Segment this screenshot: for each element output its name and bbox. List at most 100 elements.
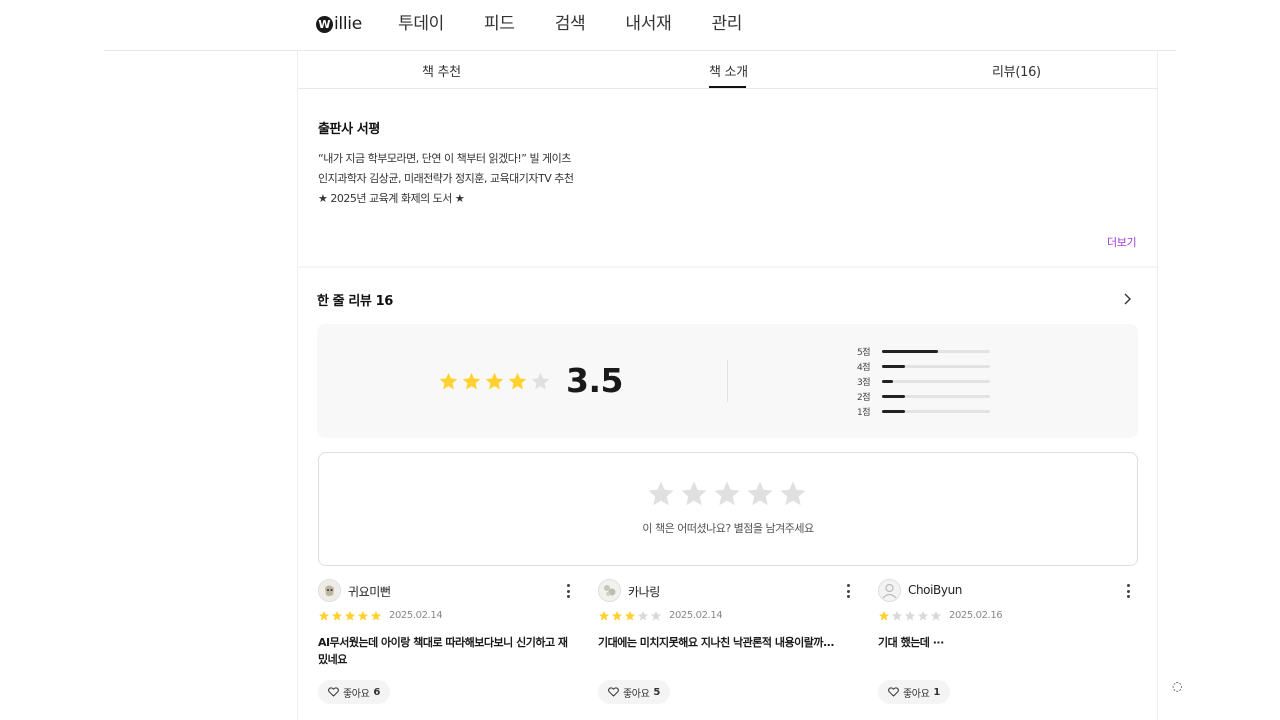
active-tab-indicator — [709, 86, 746, 88]
main-nav: 투데이 피드 검색 내서재 관리 — [398, 12, 742, 36]
distribution-track — [882, 350, 990, 353]
logo-mark: W — [316, 15, 333, 33]
review-stars — [598, 610, 662, 622]
avatar[interactable] — [598, 579, 621, 602]
top-nav-bar: W illie 투데이 피드 검색 내서재 관리 — [0, 0, 1280, 51]
star-icon — [531, 372, 550, 390]
distribution-label: 1점 — [857, 408, 871, 418]
like-count: 1 — [933, 686, 940, 698]
distribution-row: 5점 — [857, 344, 990, 359]
heart-icon — [608, 687, 619, 697]
star-icon — [319, 611, 329, 621]
tab-intro[interactable]: 책 소개 — [709, 61, 748, 80]
distribution-label: 5점 — [857, 348, 871, 358]
like-button[interactable]: 좋아요 5 — [598, 680, 670, 704]
like-label: 좋아요 — [903, 688, 930, 700]
distribution-track — [882, 395, 990, 398]
distribution-track — [882, 380, 990, 383]
star-icon — [879, 611, 889, 621]
star-icon[interactable] — [712, 479, 742, 509]
star-icon — [638, 611, 648, 621]
publisher-line: 인지과학자 김상균, 미래전략가 정지훈, 교육대기자TV 추천 — [318, 172, 574, 185]
loading-spinner-icon: ◌ — [1172, 679, 1183, 693]
rate-prompt-box — [318, 452, 1138, 566]
distribution-row: 3점 — [857, 374, 990, 389]
more-options-icon[interactable] — [561, 583, 575, 599]
logo-text: illie — [334, 14, 362, 34]
star-icon — [931, 611, 941, 621]
nav-manage[interactable]: 관리 — [711, 12, 742, 36]
review-stars — [318, 610, 382, 622]
distribution-row: 2점 — [857, 389, 990, 404]
star-icon[interactable] — [646, 479, 676, 509]
more-link[interactable]: 더보기 — [1107, 234, 1137, 250]
star-icon — [892, 611, 902, 621]
rate-star-input[interactable] — [646, 479, 808, 509]
avatar[interactable] — [318, 579, 341, 602]
tab-reviews[interactable]: 리뷰(16) — [992, 61, 1041, 80]
star-icon[interactable] — [679, 479, 709, 509]
distribution-fill — [882, 350, 939, 353]
reviews-title: 한 줄 리뷰 16 — [317, 294, 393, 309]
content-border-left — [297, 51, 298, 720]
star-icon — [508, 372, 527, 390]
distribution-fill — [882, 395, 905, 398]
publisher-line: ★ 2025년 교육계 화제의 도서 ★ — [318, 192, 465, 205]
distribution-fill — [882, 365, 905, 368]
star-icon — [612, 611, 622, 621]
star-icon — [332, 611, 342, 621]
like-count: 5 — [653, 686, 660, 698]
heart-icon — [328, 687, 339, 697]
star-icon — [439, 372, 458, 390]
tab-recommend[interactable]: 책 추천 — [422, 61, 461, 80]
more-options-icon[interactable] — [841, 583, 855, 599]
distribution-label: 4점 — [857, 363, 871, 373]
review-date: 2025.02.14 — [389, 610, 443, 621]
like-label: 좋아요 — [343, 688, 370, 700]
nav-today[interactable]: 투데이 — [398, 12, 444, 36]
star-icon — [905, 611, 915, 621]
review-text[interactable]: AI무서웠는데 아이랑 책대로 따라해보다보니 신기하고 재밌네요 — [318, 634, 576, 668]
reviewer-name[interactable]: 귀요미뻔 — [348, 583, 391, 600]
section-separator — [298, 266, 1157, 268]
nav-feed[interactable]: 피드 — [484, 12, 515, 36]
star-icon[interactable] — [778, 479, 808, 509]
publisher-review-title: 출판사 서평 — [318, 122, 380, 137]
chevron-right-icon[interactable] — [1120, 292, 1134, 306]
nav-search[interactable]: 검색 — [555, 12, 586, 36]
detail-tabs: 책 추천 책 소개 리뷰(16) — [298, 51, 1157, 89]
nav-library[interactable]: 내서재 — [625, 12, 671, 36]
distribution-fill — [882, 410, 905, 413]
review-card: 귀요미뻔 2025.02.14 AI무서웠는데 아이랑 책대로 따라해보다보니 … — [318, 578, 578, 708]
star-icon[interactable] — [745, 479, 775, 509]
star-icon — [345, 611, 355, 621]
heart-icon — [888, 687, 899, 697]
review-text[interactable]: 기대에는 미치지못해요 지나친 낙관론적 내용이랄까... — [598, 634, 856, 651]
review-card: 카나링 2025.02.14 기대에는 미치지못해요 지나친 낙관론적 내용이랄… — [598, 578, 858, 708]
rate-prompt-text: 이 책은 어떠셨나요? 별점을 남겨주세요 — [642, 522, 814, 535]
willie-logo[interactable]: W illie — [316, 13, 362, 35]
rating-distribution: 5점 4점 3점 2점 1점 — [857, 344, 990, 419]
star-icon — [371, 611, 381, 621]
default-avatar-icon[interactable] — [878, 579, 901, 602]
more-options-icon[interactable] — [1121, 583, 1135, 599]
review-date: 2025.02.16 — [949, 610, 1003, 621]
reviewer-name[interactable]: 카나링 — [628, 583, 660, 600]
review-card: ChoiByun 2025.02.16 기대 했는데 ··· 좋아요 1 — [878, 578, 1138, 708]
star-icon — [358, 611, 368, 621]
like-button[interactable]: 좋아요 1 — [878, 680, 950, 704]
star-icon — [651, 611, 661, 621]
summary-divider — [727, 360, 728, 402]
star-icon — [462, 372, 481, 390]
reviewer-name[interactable]: ChoiByun — [908, 583, 962, 597]
distribution-label: 2점 — [857, 393, 871, 403]
like-button[interactable]: 좋아요 6 — [318, 680, 390, 704]
distribution-label: 3점 — [857, 378, 871, 388]
distribution-track — [882, 365, 990, 368]
distribution-row: 4점 — [857, 359, 990, 374]
star-icon — [485, 372, 504, 390]
average-stars — [438, 371, 551, 392]
distribution-track — [882, 410, 990, 413]
review-text[interactable]: 기대 했는데 ··· — [878, 634, 1136, 651]
distribution-row: 1점 — [857, 404, 990, 419]
